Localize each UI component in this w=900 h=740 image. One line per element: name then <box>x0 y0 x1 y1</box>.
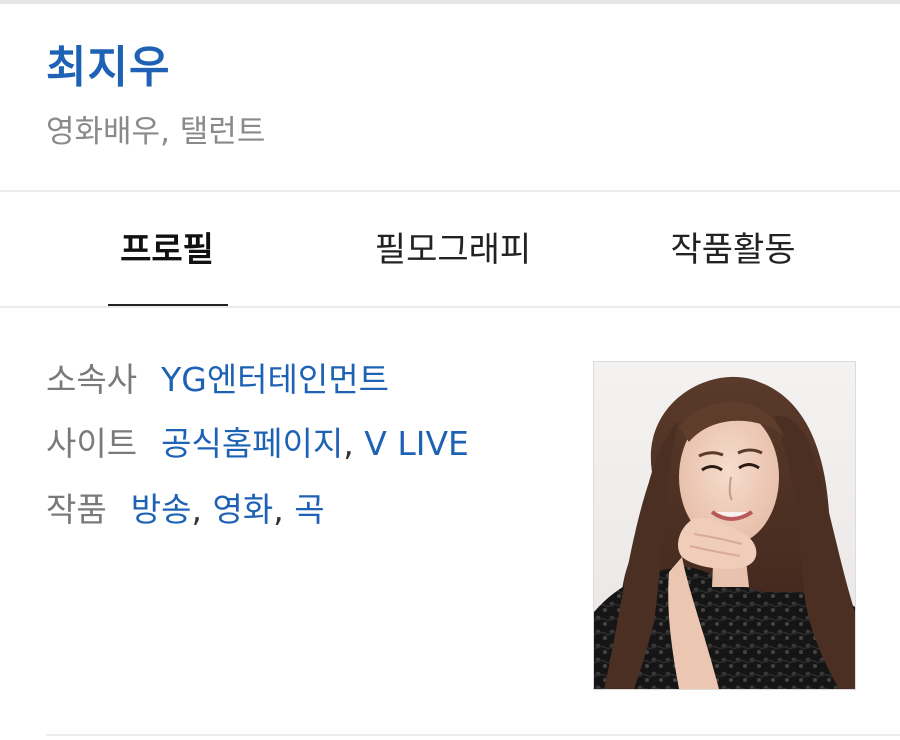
agency-link[interactable]: YG엔터테인먼트 <box>161 360 389 399</box>
agency-label: 소속사 <box>46 360 138 399</box>
song-link[interactable]: 곡 <box>294 490 324 529</box>
info-row-works: 작품 방송, 영화, 곡 <box>46 486 325 534</box>
tab-filmography[interactable]: 필모그래피 <box>335 222 571 278</box>
site-label: 사이트 <box>46 424 138 463</box>
profile-photo[interactable] <box>593 361 856 690</box>
separator: , <box>273 490 284 529</box>
tab-profile[interactable]: 프로필 <box>68 222 266 278</box>
info-row-agency: 소속사 YG엔터테인먼트 <box>46 356 389 404</box>
movie-link[interactable]: 영화 <box>212 490 273 529</box>
tab-bar: 프로필 필모그래피 작품활동 <box>0 192 900 307</box>
broadcast-link[interactable]: 방송 <box>131 490 192 529</box>
separator: , <box>191 490 202 529</box>
portrait-image <box>594 362 855 689</box>
profile-header: 최지우 영화배우, 탤런트 <box>0 4 900 190</box>
vlive-link[interactable]: V LIVE <box>364 424 469 463</box>
person-occupation: 영화배우, 탤런트 <box>46 114 266 150</box>
separator: , <box>343 424 354 463</box>
works-label: 작품 <box>46 490 107 529</box>
info-row-site: 사이트 공식홈페이지, V LIVE <box>46 420 469 468</box>
person-name[interactable]: 최지우 <box>46 40 170 96</box>
bottom-divider <box>46 734 900 736</box>
official-homepage-link[interactable]: 공식홈페이지 <box>161 424 343 463</box>
tab-works[interactable]: 작품활동 <box>633 222 833 278</box>
tabs-divider <box>0 306 900 308</box>
